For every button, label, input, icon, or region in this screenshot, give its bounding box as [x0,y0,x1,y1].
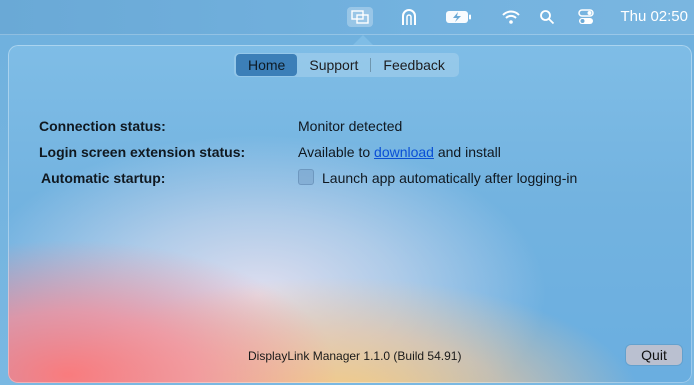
airport-icon[interactable] [398,7,420,27]
tab-home[interactable]: Home [236,54,298,76]
login-extension-label: Login screen extension status: [39,144,246,160]
login-extension-row: Login screen extension status: Available… [8,141,692,163]
menubar-clock[interactable]: Thu 02:50 [620,7,688,27]
menu-bar: Thu 02:50 [0,0,694,35]
battery-charging-icon[interactable] [444,7,474,27]
quit-button[interactable]: Quit [626,345,682,365]
spotlight-search-icon[interactable] [537,7,557,27]
automatic-startup-label: Automatic startup: [41,170,166,186]
launch-at-login-checkbox[interactable] [298,169,314,185]
login-extension-suffix: and install [437,144,501,160]
launch-at-login-label[interactable]: Launch app automatically after logging-i… [322,170,577,186]
tab-support[interactable]: Support [297,54,370,76]
wifi-icon[interactable] [500,7,522,27]
login-extension-prefix: Available to [298,144,371,160]
control-center-icon[interactable] [576,7,596,27]
login-extension-value: Available to download and install [298,141,501,163]
download-link[interactable]: download [374,144,434,160]
connection-status-value: Monitor detected [298,118,403,134]
tab-bar: Home Support Feedback [234,53,459,77]
automatic-startup-control[interactable]: Launch app automatically after logging-i… [298,167,577,189]
version-text: DisplayLink Manager 1.1.0 (Build 54.91) [248,349,462,363]
tab-feedback[interactable]: Feedback [371,54,456,76]
displaylink-popover: Home Support Feedback Connection status:… [8,45,692,383]
connection-status-row: Connection status: Monitor detected [8,115,692,137]
displaylink-icon[interactable] [347,7,373,27]
automatic-startup-row: Automatic startup: Launch app automatica… [8,167,692,189]
connection-status-label: Connection status: [39,118,166,134]
